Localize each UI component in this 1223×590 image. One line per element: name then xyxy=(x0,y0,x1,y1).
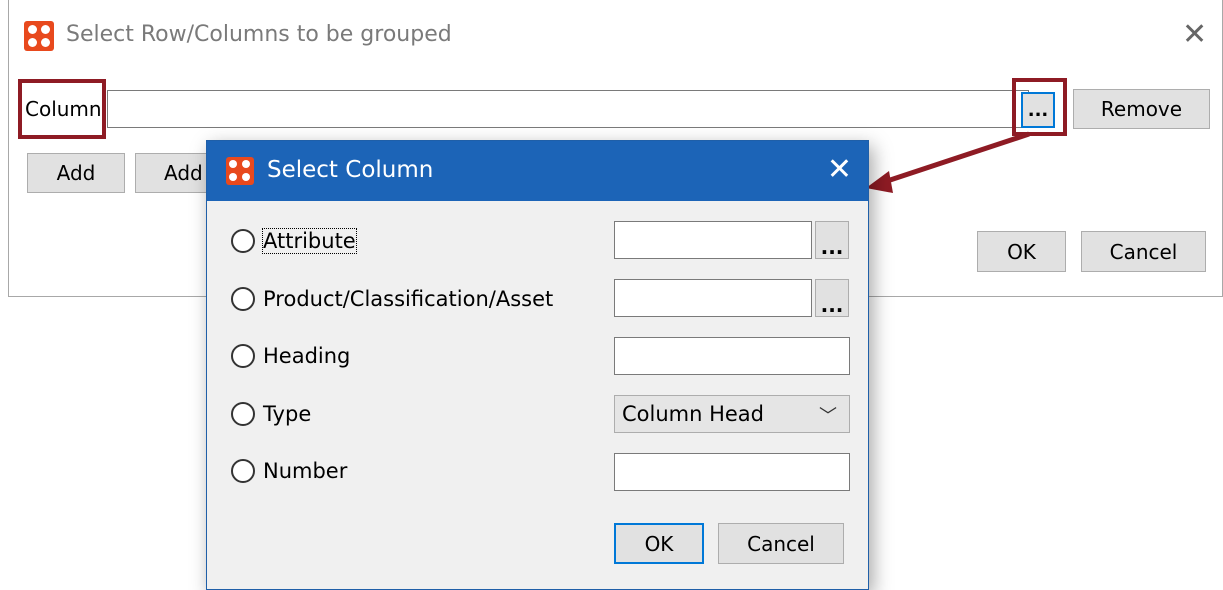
radio-circle[interactable] xyxy=(231,402,255,426)
modal-cancel-button[interactable]: Cancel xyxy=(718,523,844,564)
heading-input[interactable] xyxy=(614,337,850,375)
radio-label-type: Type xyxy=(263,402,312,426)
radio-circle[interactable] xyxy=(231,459,255,483)
radio-circle[interactable] xyxy=(231,287,255,311)
radio-label-number: Number xyxy=(263,459,348,483)
radio-heading[interactable]: Heading xyxy=(231,338,350,374)
radio-number[interactable]: Number xyxy=(231,453,347,489)
type-select-value: Column Head xyxy=(622,402,765,426)
radio-label-heading: Heading xyxy=(263,344,351,368)
radio-product[interactable]: Product/Classification/Asset xyxy=(231,281,553,317)
radio-label-attribute: Attribute xyxy=(262,228,357,254)
close-icon[interactable]: ✕ xyxy=(827,155,852,185)
app-logo-icon xyxy=(226,157,254,185)
radio-circle[interactable] xyxy=(231,229,255,253)
chevron-down-icon: ﹀ xyxy=(819,406,837,427)
number-input[interactable] xyxy=(614,453,850,491)
radio-label-product: Product/Classification/Asset xyxy=(263,287,554,311)
modal-title: Select Column xyxy=(267,157,434,183)
product-input[interactable] xyxy=(614,279,812,317)
radio-circle[interactable] xyxy=(231,344,255,368)
attribute-input[interactable] xyxy=(614,221,812,259)
select-column-dialog: Select Column ✕ Attribute ... Product/Cl… xyxy=(206,140,869,590)
modal-ok-button[interactable]: OK xyxy=(614,523,704,564)
attribute-browse-button[interactable]: ... xyxy=(815,221,849,259)
type-select[interactable]: Column Head ﹀ xyxy=(614,395,850,433)
radio-attribute[interactable]: Attribute xyxy=(231,223,357,259)
radio-type[interactable]: Type xyxy=(231,396,311,432)
product-browse-button[interactable]: ... xyxy=(815,279,849,317)
